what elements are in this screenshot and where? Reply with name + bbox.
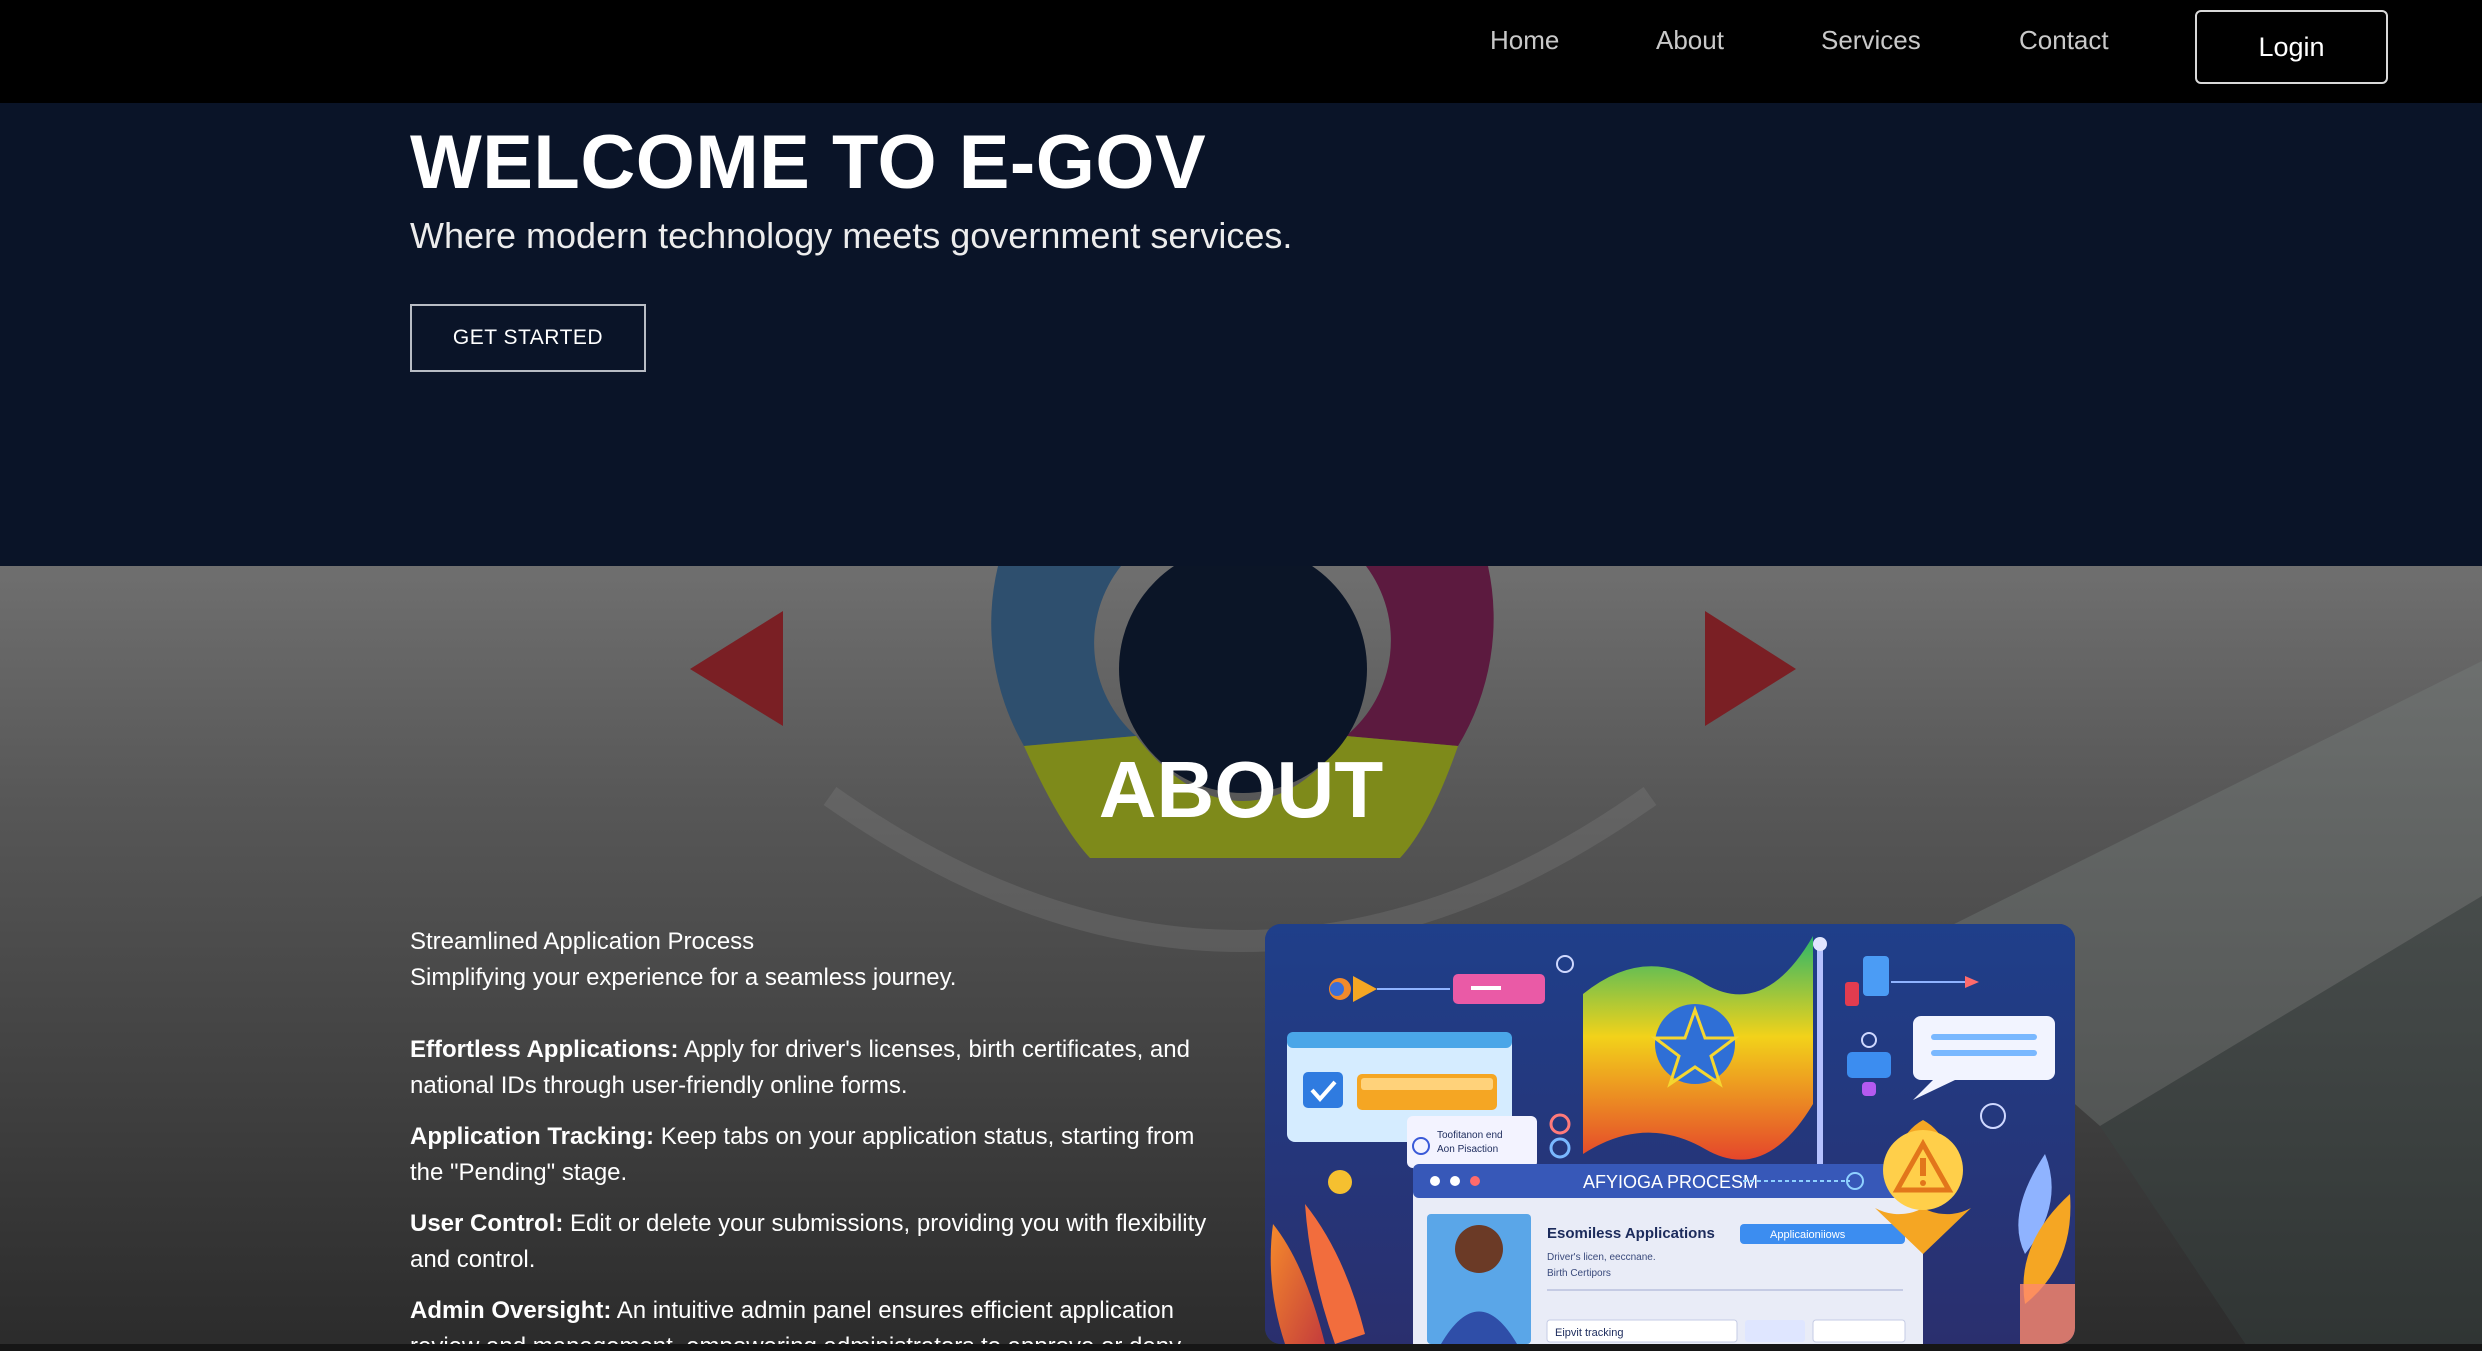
checkbox-icon [1303, 1072, 1343, 1108]
top-navbar: Home About Services Contact Login [0, 0, 2482, 103]
chat-bubble-icon [1913, 1016, 2055, 1080]
login-button[interactable]: Login [2195, 10, 2388, 84]
triangle-right-icon [1705, 611, 1796, 726]
feature-title: Admin Oversight: [410, 1297, 612, 1324]
nav-link-about[interactable]: About [1656, 25, 1724, 56]
tooltip-line-1: Toofitanon end [1437, 1130, 1503, 1141]
card-track: Eipvit tracking [1555, 1327, 1623, 1339]
feature-item: Effortless Applications: Apply for drive… [410, 1032, 1230, 1104]
feature-item: Admin Oversight: An intuitive admin pane… [410, 1293, 1230, 1351]
hero-title: WELCOME TO E-GOV [410, 120, 1207, 205]
card-title: Esomiless Applications [1547, 1225, 1715, 1242]
feature-title: Effortless Applications: [410, 1036, 679, 1063]
bottom-edge [0, 1344, 2482, 1351]
intro-heading: Streamlined Application Process [410, 928, 755, 955]
card-line-1: Driver's licen, eeccnane. [1547, 1252, 1656, 1263]
get-started-button[interactable]: GET STARTED [410, 304, 646, 372]
tooltip-card [1407, 1116, 1537, 1168]
about-text-block: Streamlined Application Process Simplify… [410, 924, 1230, 1351]
bookmark-icon [1863, 956, 1889, 996]
tooltip-line-2: Aon Pisaction [1437, 1144, 1498, 1155]
about-section: ABOUT Streamlined Application Process Si… [0, 566, 2482, 1351]
toggle-dot-inner [1330, 982, 1344, 996]
feature-title: User Control: [410, 1210, 564, 1237]
card-line-2: Birth Certipors [1547, 1268, 1611, 1279]
link-icon [1847, 1052, 1891, 1078]
coin-icon [1328, 1170, 1352, 1194]
ring-segment-blue [991, 566, 1136, 746]
svg-text:Applicaioniiows: Applicaioniiows [1770, 1229, 1846, 1241]
banner-label: AFYIOGA PROCESM [1583, 1172, 1758, 1192]
feature-title: Application Tracking: [410, 1123, 655, 1150]
intro-subtitle: Simplifying your experience for a seamle… [410, 964, 957, 991]
about-illustration: Toofitanon end Aon Pisaction AFYIOGA PRO… [1265, 924, 2075, 1344]
illustration-graphic: Toofitanon end Aon Pisaction AFYIOGA PRO… [1265, 924, 2075, 1344]
nav-link-services[interactable]: Services [1821, 25, 1921, 56]
triangle-left-icon [690, 611, 783, 726]
about-title: ABOUT [1098, 745, 1384, 834]
nav-link-contact[interactable]: Contact [2019, 25, 2109, 56]
feature-item: User Control: Edit or delete your submis… [410, 1206, 1230, 1278]
about-decoration [690, 566, 2482, 1351]
feature-item: Application Tracking: Keep tabs on your … [410, 1119, 1230, 1191]
hero-section: WELCOME TO E-GOV Where modern technology… [0, 103, 2482, 566]
nav-link-home[interactable]: Home [1490, 25, 1559, 56]
hero-subtitle: Where modern technology meets government… [410, 215, 1293, 256]
ring-segment-purple [1346, 566, 1494, 746]
